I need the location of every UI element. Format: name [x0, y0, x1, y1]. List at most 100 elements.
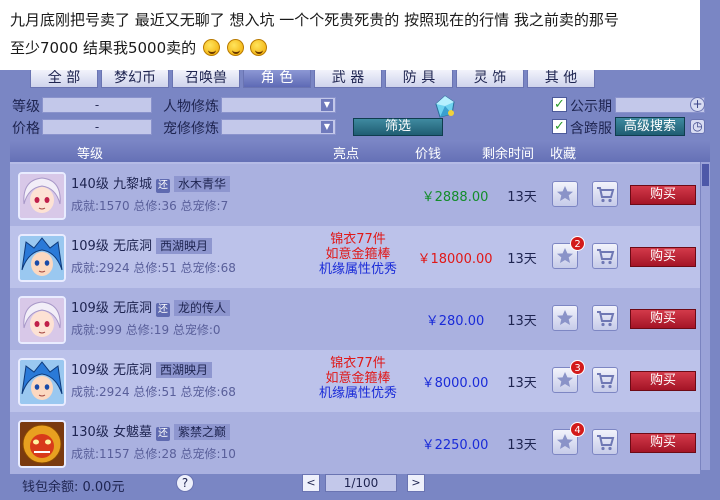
character-title: 130级 女魃墓还紫禁之巅 — [71, 421, 230, 441]
table-row[interactable]: 109级 无底洞 西湖映月 成就:2924 总修:51 总宠修:68 锦衣77件 如意金… — [10, 350, 700, 412]
tab-other[interactable]: 其 他 — [527, 68, 595, 88]
grin-emoji-icon — [250, 39, 268, 56]
tab-armor[interactable]: 防 具 — [385, 68, 453, 88]
prev-page-button[interactable]: < — [302, 474, 320, 492]
level-range-input[interactable]: - — [42, 97, 152, 113]
tab-weapons[interactable]: 武 器 — [314, 68, 382, 88]
level-school: 140级 九黎城 — [71, 177, 152, 192]
character-title: 109级 无底洞还龙的传人 — [71, 297, 230, 317]
caption-line-2: 至少7000 结果我5000卖的 — [10, 39, 197, 57]
caption-text: 九月底刚把号卖了 最近又无聊了 想入坑 一个个死贵死贵的 按照现在的行情 我之前… — [0, 0, 700, 70]
favorite-button[interactable] — [552, 305, 578, 331]
tab-characters[interactable]: 角 色 — [243, 68, 311, 88]
remaining-time: 13天 — [507, 190, 537, 205]
footer-bar: 钱包余额: 0.00元 ? < 1/100 > — [0, 470, 720, 500]
add-to-cart-button[interactable] — [592, 243, 618, 269]
filter-button[interactable]: 筛选 — [353, 118, 443, 136]
star-icon — [553, 372, 577, 396]
cart-icon — [593, 435, 617, 458]
character-stats: 成就:999 总修:19 总宠修:0 — [71, 323, 221, 337]
character-title: 109级 无底洞 西湖映月 — [71, 359, 212, 378]
star-icon — [553, 434, 577, 458]
add-to-cart-button[interactable] — [592, 429, 618, 455]
character-avatar[interactable] — [18, 358, 66, 406]
grin-emoji-icon — [202, 39, 220, 56]
header-level: 等级 — [77, 147, 104, 162]
character-title: 140级 九黎城还水木青华 — [71, 173, 230, 193]
remaining-time: 13天 — [507, 252, 537, 267]
add-to-cart-button[interactable] — [592, 181, 618, 207]
advanced-search-button[interactable]: 高级搜索 — [615, 117, 685, 136]
highlight-text: 锦衣77件 — [330, 232, 386, 247]
price: ￥2888.00 — [421, 190, 489, 205]
character-stats: 成就:1157 总修:28 总宠修:10 — [71, 447, 236, 461]
price: ￥18000.00 — [417, 252, 493, 267]
header-price: 价钱 — [415, 147, 442, 162]
buy-button[interactable]: 购买 — [630, 433, 696, 453]
star-icon — [553, 248, 577, 272]
highlight-text: 机缘属性优秀 — [318, 262, 397, 277]
cart-icon — [593, 187, 617, 210]
caption-line-1: 九月底刚把号卖了 最近又无聊了 想入坑 一个个死贵死贵的 按照现在的行情 我之前… — [10, 11, 619, 29]
level-school: 130级 女魃墓 — [71, 425, 152, 440]
pet-cultivation-label: 宠修修炼 — [163, 121, 219, 137]
server-name: 西湖映月 — [155, 238, 212, 254]
cart-icon — [593, 249, 617, 272]
cart-icon — [593, 311, 617, 334]
highlight-text: 机缘属性优秀 — [318, 386, 397, 401]
return-tag: 还 — [155, 427, 170, 441]
clock-icon[interactable]: ◷ — [690, 119, 705, 134]
table-scrollbar[interactable] — [700, 162, 710, 470]
table-row[interactable]: 140级 九黎城还水木青华成就:1570 总修:36 总宠修:7 ￥2888.00… — [10, 164, 700, 226]
table-row[interactable]: 130级 女魃墓还紫禁之巅成就:1157 总修:28 总宠修:10 ￥2250.0… — [10, 412, 700, 474]
buy-button[interactable]: 购买 — [630, 371, 696, 391]
filter-panel: 等级 - 价格 - 人物修炼 宠修修炼 筛选 ✓ 公示期 + ✓ 含跨服 高级搜… — [0, 92, 720, 140]
cart-icon — [593, 373, 617, 396]
scrollbar-thumb[interactable] — [702, 164, 709, 186]
category-tabs: 全 部 梦幻币 召唤兽 角 色 武 器 防 具 灵 饰 其 他 — [30, 68, 595, 88]
price: ￥8000.00 — [421, 376, 489, 391]
favorite-count-badge: 2 — [570, 236, 585, 251]
header-highlights: 亮点 — [333, 147, 360, 162]
tab-all[interactable]: 全 部 — [30, 68, 98, 88]
character-avatar[interactable] — [18, 296, 66, 344]
public-period-checkbox[interactable]: ✓ — [552, 97, 567, 112]
buy-button[interactable]: 购买 — [630, 309, 696, 329]
highlight-text: 如意金箍棒 — [325, 247, 391, 262]
price-label: 价格 — [12, 121, 40, 137]
buy-button[interactable]: 购买 — [630, 247, 696, 267]
pet-cultivation-select[interactable] — [221, 119, 336, 135]
character-avatar[interactable] — [18, 234, 66, 282]
price: ￥2250.00 — [421, 438, 489, 453]
add-to-cart-button[interactable] — [592, 305, 618, 331]
add-icon[interactable]: + — [690, 97, 705, 112]
cross-server-checkbox[interactable]: ✓ — [552, 119, 567, 134]
favorite-button[interactable] — [552, 181, 578, 207]
highlight-text: 锦衣77件 — [330, 356, 386, 371]
level-school: 109级 无底洞 — [71, 301, 152, 316]
buy-button[interactable]: 购买 — [630, 185, 696, 205]
tab-pets[interactable]: 召唤兽 — [172, 68, 240, 88]
highlights: 锦衣77件 如意金箍棒 机缘属性优秀 — [300, 232, 416, 277]
wallet-balance: 钱包余额: 0.00元 — [22, 480, 125, 495]
help-icon[interactable]: ? — [176, 474, 194, 492]
price-range-input[interactable]: - — [42, 119, 152, 135]
favorite-count-badge: 4 — [570, 422, 585, 437]
character-avatar[interactable] — [18, 172, 66, 220]
remaining-time: 13天 — [507, 438, 537, 453]
character-avatar[interactable] — [18, 420, 66, 468]
table-row[interactable]: 109级 无底洞 西湖映月 成就:2924 总修:51 总宠修:68 锦衣77件 如意金… — [10, 226, 700, 288]
return-tag: 还 — [155, 179, 170, 193]
server-name: 水木青华 — [173, 176, 230, 192]
character-stats: 成就:1570 总修:36 总宠修:7 — [71, 199, 229, 213]
tab-currency[interactable]: 梦幻币 — [101, 68, 169, 88]
price: ￥280.00 — [425, 314, 485, 329]
char-cultivation-select[interactable] — [221, 97, 336, 113]
table-row[interactable]: 109级 无底洞还龙的传人 成就:999 总修:19 总宠修:0 ￥280.00 13… — [10, 288, 700, 350]
header-favorite: 收藏 — [550, 147, 577, 162]
character-title: 109级 无底洞 西湖映月 — [71, 235, 212, 254]
add-to-cart-button[interactable] — [592, 367, 618, 393]
char-cultivation-label: 人物修炼 — [163, 99, 219, 115]
tab-accessories[interactable]: 灵 饰 — [456, 68, 524, 88]
next-page-button[interactable]: > — [407, 474, 425, 492]
